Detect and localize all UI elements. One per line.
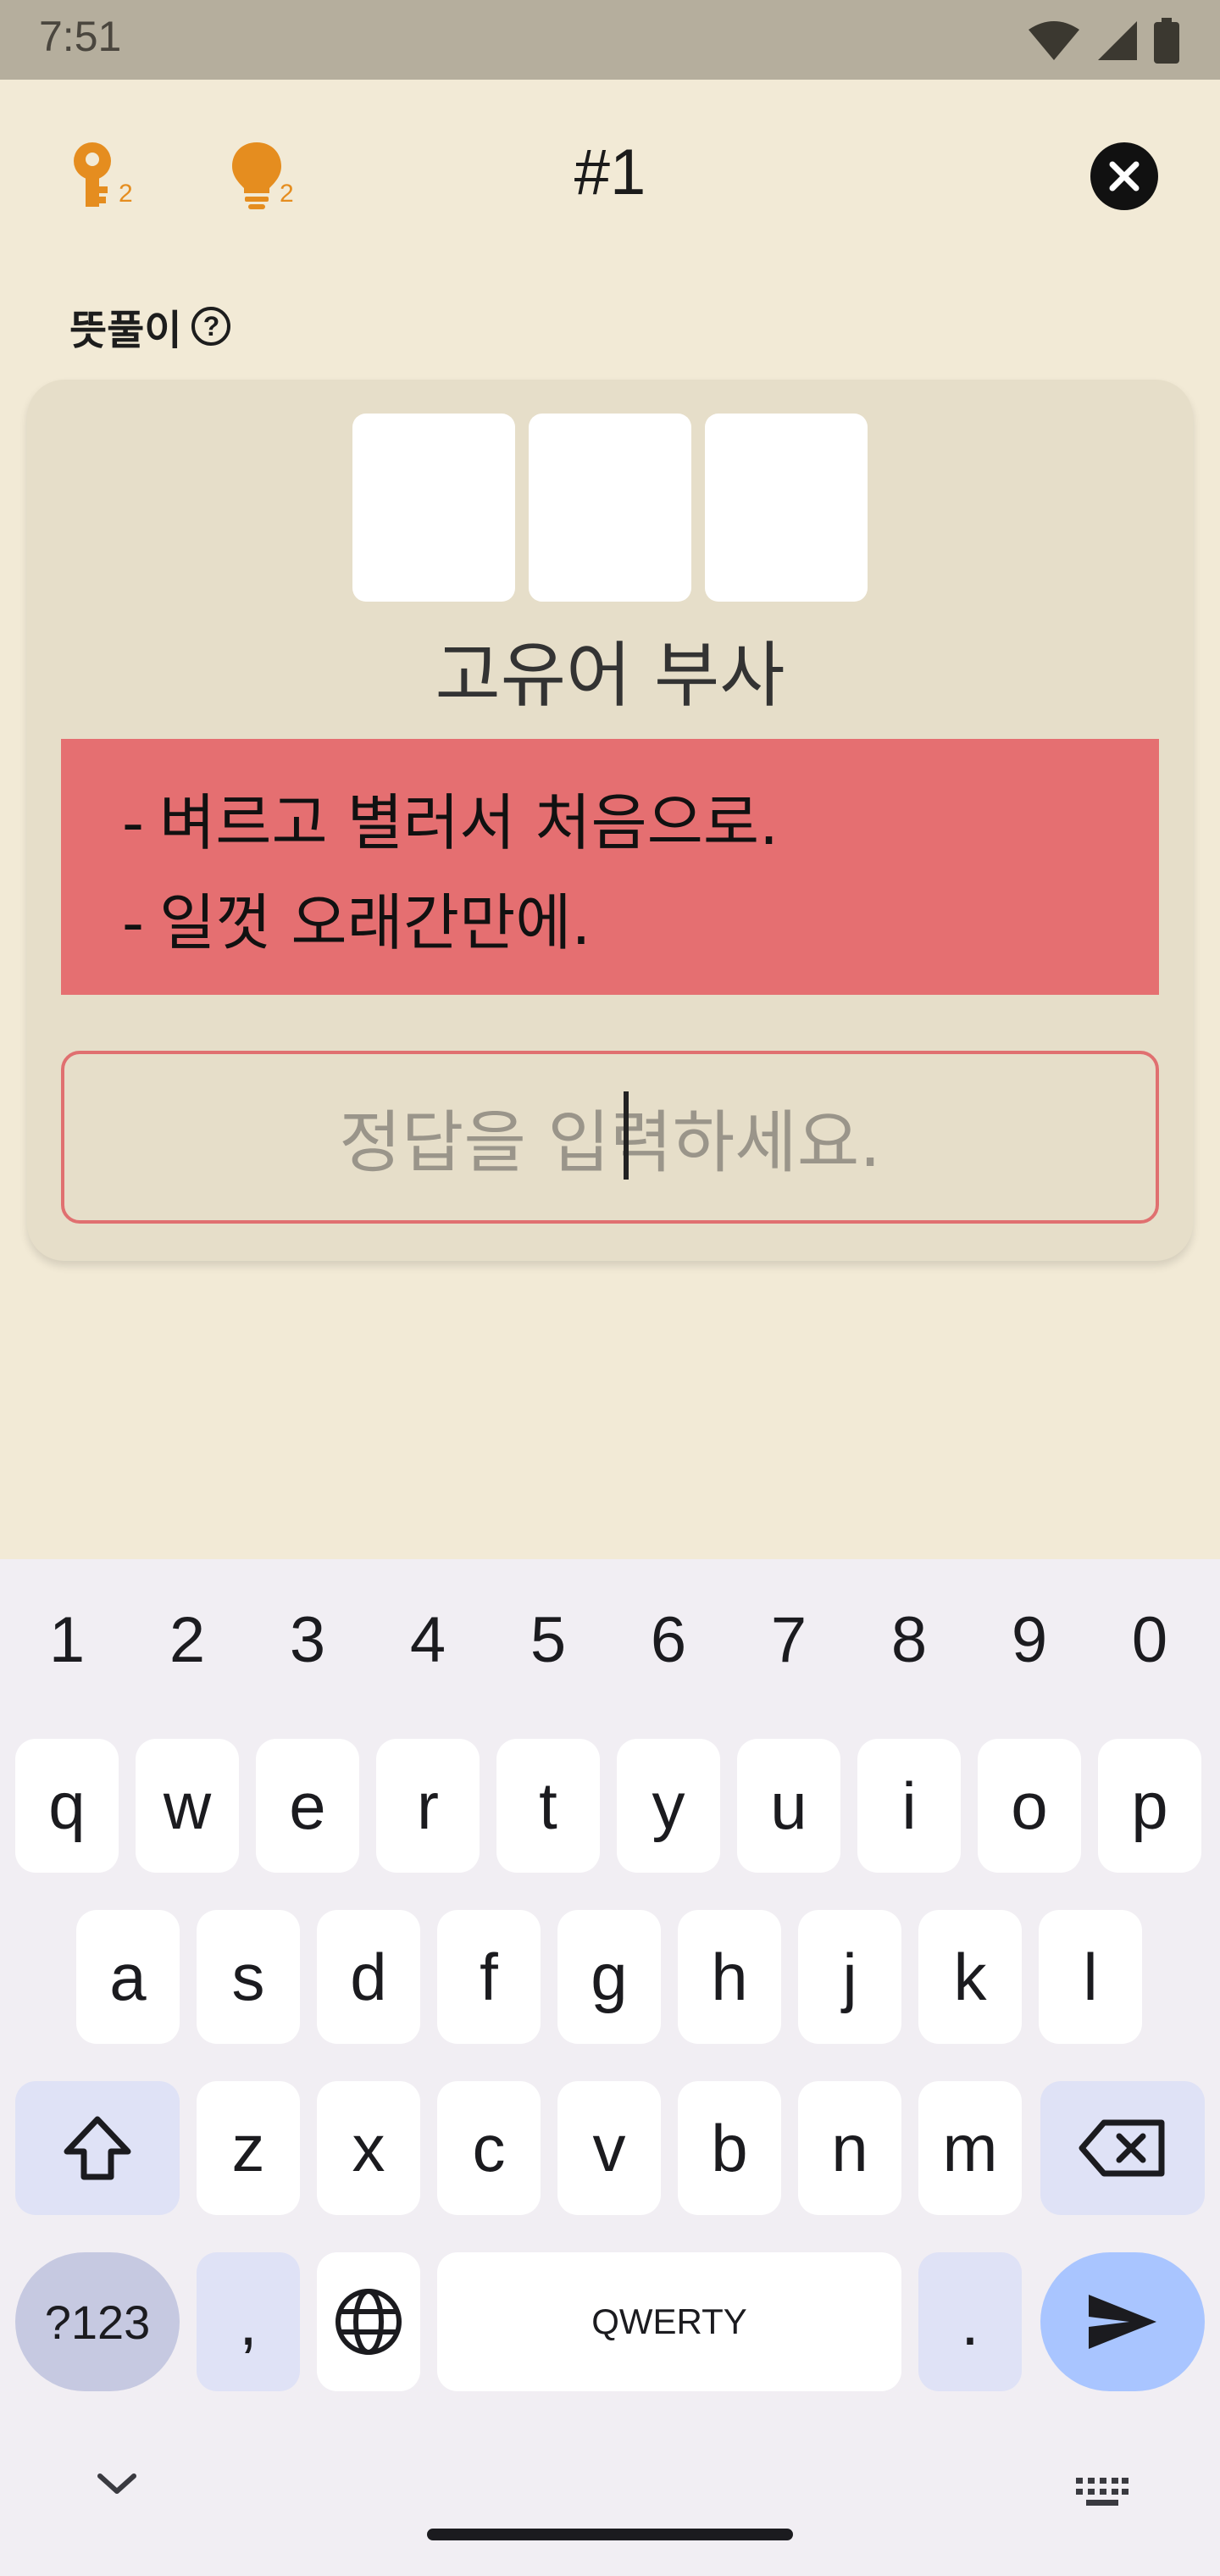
status-time: 7:51 (39, 13, 122, 60)
key-8[interactable]: 8 (849, 1603, 969, 1677)
puzzle-card: 고유어 부사 - 벼르고 별러서 처음으로. - 일껏 오래간만에. 정답을 입력하… (27, 380, 1193, 1261)
key-w[interactable]: w (136, 1739, 239, 1873)
key-x[interactable]: x (317, 2081, 420, 2215)
definition-line: - 벼르고 별러서 처음으로. (122, 787, 779, 858)
key-5[interactable]: 5 (488, 1603, 608, 1677)
gesture-nav-handle[interactable] (427, 2529, 793, 2540)
key-d[interactable]: d (317, 1910, 420, 2044)
key-q[interactable]: q (15, 1739, 119, 1873)
shift-icon (64, 2116, 131, 2180)
section-title: 뜻풀이 (69, 307, 182, 354)
close-button[interactable] (1090, 142, 1158, 210)
definition-box: - 벼르고 별러서 처음으로. - 일껏 오래간만에. (61, 739, 1159, 995)
key-7[interactable]: 7 (729, 1603, 849, 1677)
key-3[interactable]: 3 (247, 1603, 368, 1677)
key-n[interactable]: n (798, 2081, 901, 2215)
key-t[interactable]: t (496, 1739, 600, 1873)
key-o[interactable]: o (978, 1739, 1081, 1873)
key-h[interactable]: h (678, 1910, 781, 2044)
battery-icon (1154, 18, 1179, 64)
key-2[interactable]: 2 (127, 1603, 247, 1677)
soft-keyboard: 1 2 3 4 5 6 7 8 9 0 q w e r t y u i o p … (0, 1559, 1220, 2576)
answer-tile (529, 414, 691, 602)
key-9[interactable]: 9 (969, 1603, 1090, 1677)
backspace-key[interactable] (1040, 2081, 1205, 2215)
key-u[interactable]: u (737, 1739, 840, 1873)
word-class: 고유어 부사 (435, 634, 785, 717)
help-icon[interactable]: ? (191, 307, 231, 346)
period-key[interactable]: . (918, 2252, 1022, 2391)
key-c[interactable]: c (437, 2081, 541, 2215)
key-1[interactable]: 1 (7, 1603, 127, 1677)
puzzle-number: #1 (574, 136, 646, 208)
shift-key[interactable] (15, 2081, 180, 2215)
text-caret (624, 1091, 629, 1180)
key-0[interactable]: 0 (1090, 1603, 1210, 1677)
signal-icon (1098, 21, 1137, 60)
key-e[interactable]: e (256, 1739, 359, 1873)
language-key[interactable] (317, 2252, 420, 2391)
key-m[interactable]: m (918, 2081, 1022, 2215)
key-i[interactable]: i (857, 1739, 961, 1873)
definition-line: - 일껏 오래간만에. (122, 887, 591, 958)
wifi-icon (1029, 21, 1079, 60)
comma-key[interactable]: , (197, 2252, 300, 2391)
send-key[interactable] (1040, 2252, 1205, 2391)
key-k[interactable]: k (918, 1910, 1022, 2044)
section-label: 뜻풀이 ? (69, 297, 231, 356)
key-g[interactable]: g (557, 1910, 661, 2044)
key-v[interactable]: v (557, 2081, 661, 2215)
close-icon (1109, 161, 1140, 192)
answer-tile (705, 414, 868, 602)
keyboard-switch-icon[interactable] (1074, 2476, 1130, 2508)
key-y[interactable]: y (617, 1739, 720, 1873)
key-s[interactable]: s (197, 1910, 300, 2044)
definition-text: 벼르고 별러서 처음으로. (158, 787, 779, 858)
key-6[interactable]: 6 (608, 1603, 729, 1677)
status-bar: 7:51 (0, 0, 1220, 80)
key-a[interactable]: a (76, 1910, 180, 2044)
number-row: 1 2 3 4 5 6 7 8 9 0 (0, 1603, 1220, 1696)
key-j[interactable]: j (798, 1910, 901, 2044)
key-z[interactable]: z (197, 2081, 300, 2215)
key-4[interactable]: 4 (368, 1603, 488, 1677)
send-icon (1089, 2295, 1156, 2349)
symbols-key[interactable]: ?123 (15, 2252, 180, 2391)
key-l[interactable]: l (1039, 1910, 1142, 2044)
key-b[interactable]: b (678, 2081, 781, 2215)
key-r[interactable]: r (376, 1739, 480, 1873)
definition-text: 일껏 오래간만에. (158, 887, 591, 958)
space-key[interactable]: QWERTY (437, 2252, 901, 2391)
chevron-down-icon[interactable] (95, 2469, 139, 2498)
globe-icon (336, 2289, 402, 2355)
key-f[interactable]: f (437, 1910, 541, 2044)
backspace-icon (1079, 2119, 1165, 2177)
status-icons (1027, 15, 1179, 66)
answer-tile (352, 414, 515, 602)
answer-input[interactable]: 정답을 입력하세요. (61, 1051, 1159, 1224)
key-p[interactable]: p (1098, 1739, 1201, 1873)
answer-tiles (352, 414, 868, 602)
answer-placeholder: 정답을 입력하세요. (339, 1103, 881, 1182)
